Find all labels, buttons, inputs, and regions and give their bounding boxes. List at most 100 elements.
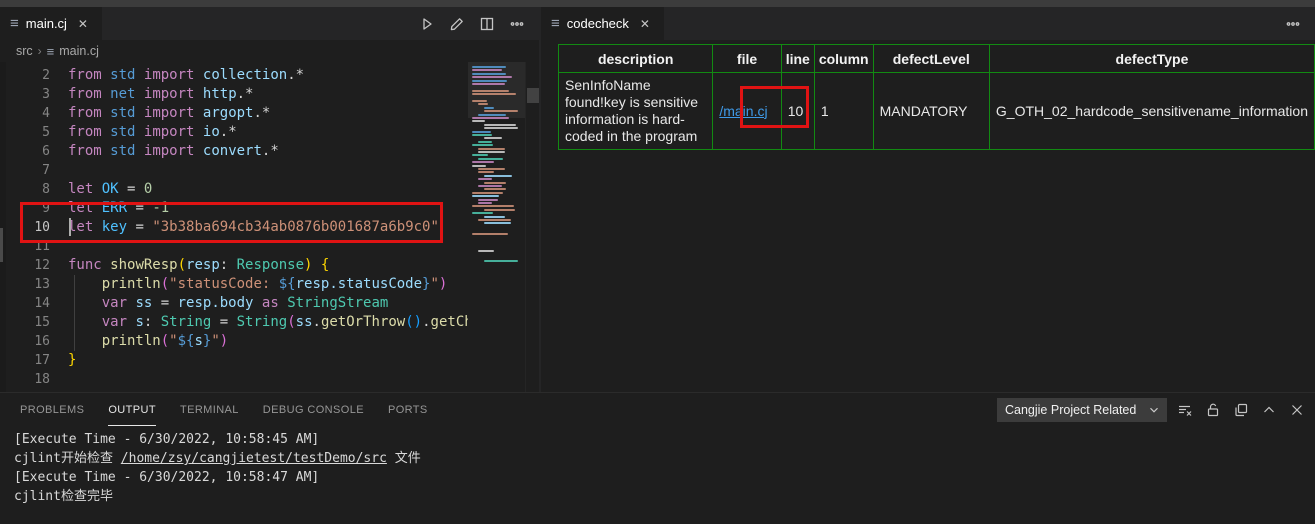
code-line[interactable]: from std import io.*	[68, 123, 468, 142]
panel-tab-terminal[interactable]: TERMINAL	[180, 393, 239, 426]
line-number: 5	[6, 123, 50, 142]
output-channel-select[interactable]: Cangjie Project Related	[997, 398, 1167, 422]
scrollbar-thumb[interactable]	[527, 88, 539, 103]
line-number: 15	[6, 313, 50, 332]
chevron-down-icon	[1147, 403, 1161, 417]
panel-tab-debug-console[interactable]: DEBUG CONSOLE	[263, 393, 364, 426]
minimap-line	[472, 73, 506, 75]
maximize-panel-icon[interactable]	[1259, 400, 1279, 420]
code-line[interactable]: var s: String = String(ss.getOrThrow().g…	[68, 313, 468, 332]
left-tabbar: ≡ main.cj ✕	[0, 7, 539, 40]
minimap-line	[478, 185, 502, 187]
code-line[interactable]: from std import convert.*	[68, 142, 468, 161]
minimap-line	[472, 83, 505, 85]
clear-output-icon[interactable]	[1175, 400, 1195, 420]
line-number: 2	[6, 66, 50, 85]
code-editor[interactable]: 23456789101112131415161718 from std impo…	[0, 62, 539, 392]
file-list-icon: ≡	[551, 16, 560, 31]
annotation-red-box-file	[740, 86, 809, 128]
minimap-line	[472, 66, 506, 68]
minimap-line	[478, 148, 505, 150]
output-channel-value: Cangjie Project Related	[1005, 403, 1136, 417]
line-number: 8	[6, 180, 50, 199]
minimap-line	[484, 182, 506, 184]
column-header-column: column	[814, 45, 873, 73]
line-number: 14	[6, 294, 50, 313]
close-panel-icon[interactable]	[1287, 400, 1307, 420]
code-line[interactable]: from net import http.*	[68, 85, 468, 104]
panel-tab-output[interactable]: OUTPUT	[108, 393, 156, 426]
minimap-line	[478, 250, 494, 252]
output-line: cjlint检查完毕	[14, 487, 1315, 506]
more-actions-icon[interactable]	[509, 16, 525, 32]
code-line[interactable]: from std import collection.*	[68, 66, 468, 85]
column-header-description: description	[559, 45, 713, 73]
split-editor-icon[interactable]	[479, 16, 495, 32]
code-line[interactable]: let OK = 0	[68, 180, 468, 199]
minimap-line	[472, 161, 494, 163]
indent-guide	[74, 275, 75, 351]
minimap-line	[472, 144, 493, 146]
cell-column: 1	[814, 73, 873, 150]
breadcrumb[interactable]: src › ≡ main.cj	[0, 40, 539, 62]
cell-defectType: G_OTH_02_hardcode_sensitivename_informat…	[989, 73, 1314, 150]
panel-tab-problems[interactable]: PROBLEMS	[20, 393, 84, 426]
minimap-line	[478, 171, 494, 173]
code-line[interactable]: }	[68, 351, 468, 370]
minimap-line	[472, 192, 503, 194]
code-line[interactable]: println("statusCode: ${resp.statusCode}"…	[68, 275, 468, 294]
code-line[interactable]	[68, 370, 468, 389]
breadcrumb-file[interactable]: main.cj	[59, 44, 99, 58]
left-edge-strip	[0, 62, 6, 392]
line-number: 4	[6, 104, 50, 123]
more-actions-icon[interactable]	[1285, 16, 1301, 32]
open-in-editor-icon[interactable]	[1231, 400, 1251, 420]
close-icon[interactable]: ✕	[636, 15, 654, 33]
line-number: 6	[6, 142, 50, 161]
minimap-line	[484, 175, 512, 177]
panel-tab-ports[interactable]: PORTS	[388, 393, 428, 426]
editor-scrollbar[interactable]	[525, 62, 539, 392]
output-path-link[interactable]: /home/zsy/cangjietest/testDemo/src	[121, 451, 387, 466]
minimap-line	[484, 216, 505, 218]
output-log[interactable]: [Execute Time - 6/30/2022, 10:58:45 AM] c…	[0, 426, 1315, 524]
panel-tabs: PROBLEMS OUTPUT TERMINAL DEBUG CONSOLE PORTS	[20, 393, 428, 426]
panel-actions: Cangjie Project Related	[997, 398, 1307, 422]
close-icon[interactable]: ✕	[74, 15, 92, 33]
tab-label: codecheck	[567, 16, 629, 31]
column-header-defectLevel: defectLevel	[873, 45, 989, 73]
column-header-line: line	[781, 45, 814, 73]
output-text: [Execute Time - 6/30/2022, 10:58:45 AM]	[14, 432, 319, 447]
minimap[interactable]	[468, 62, 525, 392]
minimap-line	[478, 219, 511, 221]
minimap-line	[472, 165, 486, 167]
code-line[interactable]: func showResp(resp: Response) {	[68, 256, 468, 275]
defect-row: SenInfoName found!key is sensitive infor…	[559, 73, 1315, 150]
code-line[interactable]	[68, 161, 468, 180]
breadcrumb-folder[interactable]: src	[16, 44, 33, 58]
cell-defectLevel: MANDATORY	[873, 73, 989, 150]
run-icon[interactable]	[419, 16, 435, 32]
vscode-window: ≡ main.cj ✕	[0, 0, 1315, 524]
minimap-line	[484, 137, 502, 139]
tab-codecheck[interactable]: ≡ codecheck ✕	[541, 7, 664, 40]
code-line[interactable]: from std import argopt.*	[68, 104, 468, 123]
output-line: [Execute Time - 6/30/2022, 10:58:45 AM]	[14, 430, 1315, 449]
minimap-line	[472, 80, 507, 82]
unlock-icon[interactable]	[1203, 400, 1223, 420]
minimap-line	[484, 260, 518, 262]
tab-main-cj[interactable]: ≡ main.cj ✕	[0, 7, 102, 40]
minimap-line	[472, 90, 509, 92]
tab-label: main.cj	[26, 16, 67, 31]
minimap-line	[478, 151, 505, 153]
edge-scroll-thumb[interactable]	[0, 228, 3, 262]
code-line[interactable]: var ss = resp.body as StringStream	[68, 294, 468, 313]
line-number: 3	[6, 85, 50, 104]
edit-icon[interactable]	[449, 16, 465, 32]
output-text: cjlint开始检查	[14, 451, 121, 466]
code-line[interactable]: println("${s}")	[68, 332, 468, 351]
line-number: 12	[6, 256, 50, 275]
minimap-line	[484, 222, 511, 224]
output-line: [Execute Time - 6/30/2022, 10:58:47 AM]	[14, 468, 1315, 487]
minimap-line	[478, 114, 506, 116]
